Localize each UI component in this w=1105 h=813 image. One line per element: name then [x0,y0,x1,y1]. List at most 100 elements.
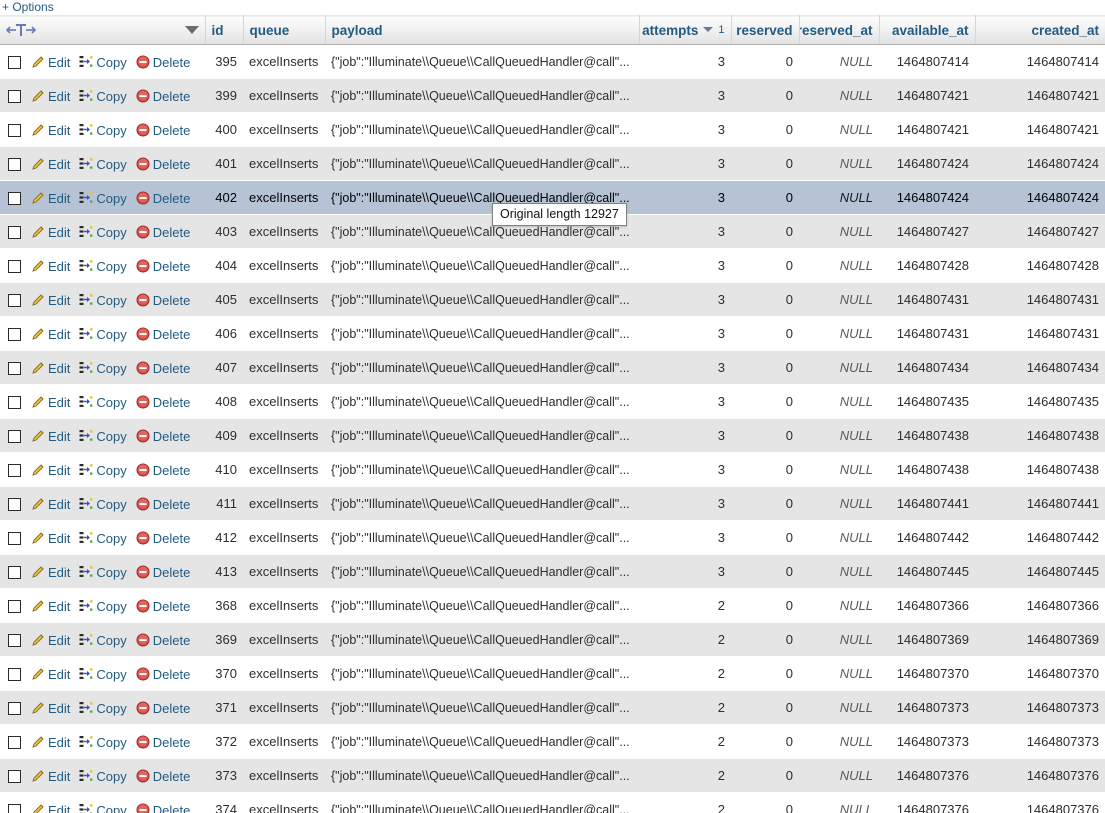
cell-id[interactable]: 412 [205,521,243,555]
row-select-checkbox[interactable] [8,565,21,579]
cell-id[interactable]: 399 [205,79,243,113]
cell-reserved-at[interactable]: NULL [799,181,879,215]
row-select-checkbox[interactable] [8,123,21,137]
cell-queue[interactable]: excelInserts [243,725,325,759]
cell-id[interactable]: 395 [205,45,243,79]
table-row[interactable]: Edit Copy Delete 413 excelInserts {"job":"Ill… [0,554,1105,589]
table-row[interactable]: Edit Copy Delete 399 excelInserts {"job":"Ill… [0,78,1105,113]
copy-row-link[interactable]: Copy [79,803,127,813]
cell-payload[interactable]: {"job":"Illuminate\\Queue\\CallQueuedHan… [325,385,639,419]
cell-id[interactable]: 404 [205,249,243,283]
cell-available-at[interactable]: 1464807435 [879,385,975,419]
cell-reserved-at[interactable]: NULL [799,249,879,283]
cell-queue[interactable]: excelInserts [243,215,325,249]
row-select-checkbox[interactable] [8,327,21,341]
cell-payload[interactable]: {"job":"Illuminate\\Queue\\CallQueuedHan… [325,317,639,351]
cell-available-at[interactable]: 1464807373 [879,691,975,725]
cell-queue[interactable]: excelInserts [243,589,325,623]
cell-available-at[interactable]: 1464807414 [879,45,975,79]
cell-created-at[interactable]: 1464807441 [975,487,1105,521]
row-select-checkbox[interactable] [8,701,21,715]
delete-row-link[interactable]: Delete [136,157,190,172]
delete-row-link[interactable]: Delete [136,667,190,682]
table-row[interactable]: Edit Copy Delete 401 excelInserts {"job":"Ill… [0,146,1105,181]
copy-row-link[interactable]: Copy [79,123,127,138]
cell-payload[interactable]: {"job":"Illuminate\\Queue\\CallQueuedHan… [325,283,639,317]
table-row[interactable]: Edit Copy Delete 372 excelInserts {"job":"Ill… [0,724,1105,759]
cell-queue[interactable]: excelInserts [243,759,325,793]
cell-id[interactable]: 406 [205,317,243,351]
cell-attempts[interactable]: 2 [639,691,731,725]
cell-reserved-at[interactable]: NULL [799,283,879,317]
row-select-checkbox[interactable] [8,89,21,103]
copy-row-link[interactable]: Copy [79,701,127,716]
table-row[interactable]: Edit Copy Delete 374 excelInserts {"job":"Ill… [0,792,1105,813]
edit-row-link[interactable]: Edit [31,157,70,172]
cell-available-at[interactable]: 1464807421 [879,113,975,147]
row-select-checkbox[interactable] [8,55,21,69]
copy-row-link[interactable]: Copy [79,89,127,104]
cell-created-at[interactable]: 1464807376 [975,759,1105,793]
cell-payload[interactable]: {"job":"Illuminate\\Queue\\CallQueuedHan… [325,555,639,589]
cell-payload[interactable]: {"job":"Illuminate\\Queue\\CallQueuedHan… [325,793,639,813]
cell-queue[interactable]: excelInserts [243,453,325,487]
cell-available-at[interactable]: 1464807424 [879,147,975,181]
row-select-checkbox[interactable] [8,259,21,273]
cell-attempts[interactable]: 3 [639,555,731,589]
cell-id[interactable]: 369 [205,623,243,657]
cell-queue[interactable]: excelInserts [243,623,325,657]
edit-row-link[interactable]: Edit [31,531,70,546]
cell-queue[interactable]: excelInserts [243,351,325,385]
row-select-checkbox[interactable] [8,531,21,545]
copy-row-link[interactable]: Copy [79,361,127,376]
cell-payload[interactable]: {"job":"Illuminate\\Queue\\CallQueuedHan… [325,657,639,691]
row-select-checkbox[interactable] [8,361,21,375]
cell-available-at[interactable]: 1464807445 [879,555,975,589]
copy-row-link[interactable]: Copy [79,667,127,682]
delete-row-link[interactable]: Delete [136,259,190,274]
copy-row-link[interactable]: Copy [79,599,127,614]
header-cell-actions[interactable] [0,15,206,45]
cell-reserved[interactable]: 0 [731,793,799,813]
cell-attempts[interactable]: 3 [639,79,731,113]
cell-reserved[interactable]: 0 [731,249,799,283]
cell-id[interactable]: 408 [205,385,243,419]
cell-attempts[interactable]: 3 [639,147,731,181]
cell-reserved-at[interactable]: NULL [799,691,879,725]
table-row[interactable]: Edit Copy Delete 409 excelInserts {"job":"Ill… [0,418,1105,453]
cell-available-at[interactable]: 1464807441 [879,487,975,521]
copy-row-link[interactable]: Copy [79,497,127,512]
cell-queue[interactable]: excelInserts [243,317,325,351]
table-row[interactable]: Edit Copy Delete 369 excelInserts {"job":"Ill… [0,622,1105,657]
cell-attempts[interactable]: 3 [639,283,731,317]
cell-id[interactable]: 411 [205,487,243,521]
copy-row-link[interactable]: Copy [79,327,127,342]
delete-row-link[interactable]: Delete [136,327,190,342]
header-cell-queue[interactable]: queue [243,15,326,45]
cell-reserved[interactable]: 0 [731,351,799,385]
cell-created-at[interactable]: 1464807438 [975,419,1105,453]
edit-row-link[interactable]: Edit [31,735,70,750]
copy-row-link[interactable]: Copy [79,259,127,274]
row-select-checkbox[interactable] [8,463,21,477]
delete-row-link[interactable]: Delete [136,293,190,308]
cell-queue[interactable]: excelInserts [243,487,325,521]
cell-reserved[interactable]: 0 [731,487,799,521]
cell-available-at[interactable]: 1464807427 [879,215,975,249]
cell-available-at[interactable]: 1464807428 [879,249,975,283]
cell-created-at[interactable]: 1464807370 [975,657,1105,691]
cell-reserved-at[interactable]: NULL [799,555,879,589]
cell-reserved[interactable]: 0 [731,45,799,79]
cell-attempts[interactable]: 3 [639,249,731,283]
cell-queue[interactable]: excelInserts [243,147,325,181]
cell-created-at[interactable]: 1464807431 [975,317,1105,351]
edit-row-link[interactable]: Edit [31,55,70,70]
cell-attempts[interactable]: 2 [639,589,731,623]
options-toggle-link[interactable]: + Options [2,0,54,14]
cell-attempts[interactable]: 2 [639,657,731,691]
cell-reserved-at[interactable]: NULL [799,79,879,113]
cell-reserved-at[interactable]: NULL [799,113,879,147]
cell-available-at[interactable]: 1464807421 [879,79,975,113]
cell-id[interactable]: 371 [205,691,243,725]
copy-row-link[interactable]: Copy [79,531,127,546]
